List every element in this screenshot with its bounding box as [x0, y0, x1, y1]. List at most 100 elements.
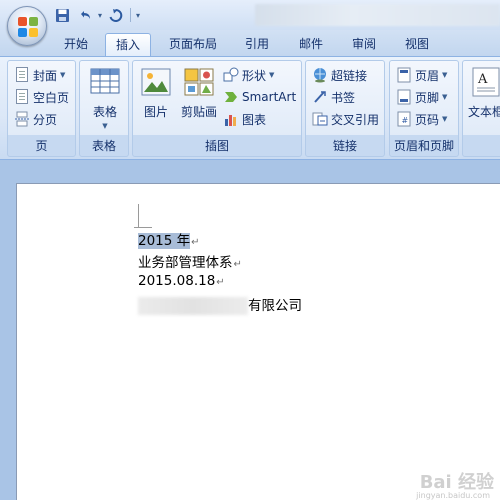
smartart-label: SmartArt	[242, 90, 297, 104]
cover-page-button[interactable]: 封面 ▼	[14, 65, 65, 85]
document-text: 有限公司	[248, 298, 302, 314]
picture-icon	[140, 67, 172, 99]
document-line-date[interactable]: 2015.08.18↵	[138, 273, 225, 289]
cross-reference-label: 交叉引用	[331, 112, 380, 127]
ribbon-tab-row: 开始 插入 页面布局 引用 邮件 审阅 视图	[0, 30, 500, 56]
save-icon	[55, 8, 69, 22]
chevron-down-icon: ▼	[442, 71, 448, 79]
qat-separator	[130, 8, 132, 22]
group-header-footer: 页眉 ▼ 页脚 ▼ # 页码 ▼ 页眉和页脚	[389, 60, 459, 157]
bookmark-icon	[312, 89, 328, 105]
undo-button[interactable]	[75, 5, 95, 25]
group-illustrations: 图片 剪贴画 形状 ▼ SmartArt 图表 插图	[132, 60, 302, 157]
redo-icon	[109, 8, 122, 22]
group-header-footer-label: 页眉和页脚	[393, 139, 454, 153]
smartart-button[interactable]: SmartArt	[223, 87, 296, 107]
page-break-button[interactable]: 分页	[14, 109, 57, 129]
textbox-icon: A	[472, 67, 500, 99]
group-pages-label: 页	[35, 139, 48, 153]
hyperlink-label: 超链接	[331, 68, 368, 83]
tab-view[interactable]: 视图	[396, 33, 438, 56]
chart-label: 图表	[242, 112, 267, 127]
page-number-icon: #	[396, 111, 412, 127]
header-button[interactable]: 页眉 ▼	[396, 65, 447, 85]
document-text: 2015.08.18	[138, 273, 216, 289]
save-button[interactable]	[52, 5, 72, 25]
undo-icon	[80, 10, 90, 19]
cross-reference-button[interactable]: 交叉引用	[312, 109, 379, 129]
document-line-year[interactable]: 2015 年↵	[138, 229, 200, 249]
shapes-icon	[223, 67, 239, 83]
group-links-label: 链接	[332, 139, 357, 153]
document-workspace: 2015 年↵ 业务部管理体系↵ 2015.08.18↵ 有限公司 Bai 经验…	[0, 161, 500, 500]
tab-references[interactable]: 引用	[236, 33, 278, 56]
selected-text[interactable]: 2015 年	[138, 233, 191, 249]
group-links: 超链接 书签 交叉引用 链接	[305, 60, 385, 157]
textbox-label: 文本框	[468, 105, 500, 119]
blank-page-icon	[14, 89, 30, 105]
footer-button[interactable]: 页脚 ▼	[396, 87, 447, 107]
textbox-button[interactable]: A 文本框	[468, 67, 500, 120]
document-text: 业务部管理体系	[138, 255, 233, 271]
group-tables: 表格 ▼ 表格	[79, 60, 129, 157]
footer-label: 页脚	[415, 90, 440, 105]
window-title-redacted	[255, 4, 500, 26]
chevron-down-icon: ▼	[269, 71, 275, 79]
office-button[interactable]	[7, 6, 47, 46]
customize-qat-arrow[interactable]: ▾	[136, 11, 140, 20]
redacted-company-name	[138, 297, 248, 315]
document-line-company[interactable]: 有限公司	[138, 294, 302, 315]
hyperlink-button[interactable]: 超链接	[312, 65, 367, 85]
picture-label: 图片	[143, 105, 168, 119]
table-icon	[89, 67, 121, 99]
clipart-label: 剪贴画	[180, 105, 217, 119]
blank-page-label: 空白页	[33, 90, 70, 105]
group-illustrations-label: 插图	[204, 139, 229, 153]
chart-button[interactable]: 图表	[223, 109, 266, 129]
table-button[interactable]: 表格 ▼	[85, 67, 125, 130]
workspace-top-strip	[0, 161, 500, 183]
picture-button[interactable]: 图片	[139, 67, 173, 120]
undo-dropdown-arrow[interactable]: ▾	[98, 11, 102, 20]
document-line-title[interactable]: 业务部管理体系↵	[138, 251, 242, 271]
ribbon-insert: 封面 ▼ 空白页 分页 页 表格 ▼ 表格 图片 剪贴画 形状 ▼ SmartA…	[0, 56, 500, 160]
document-page[interactable]: 2015 年↵ 业务部管理体系↵ 2015.08.18↵ 有限公司 Bai 经验…	[16, 183, 500, 500]
hyperlink-icon	[312, 67, 328, 83]
redo-button[interactable]	[105, 5, 125, 25]
chevron-down-icon: ▼	[102, 122, 108, 130]
group-pages: 封面 ▼ 空白页 分页 页	[7, 60, 76, 157]
paragraph-mark-icon: ↵	[233, 259, 242, 270]
baidu-watermark-url: jingyan.baidu.com	[416, 491, 490, 500]
clipart-icon	[183, 67, 215, 99]
footer-icon	[396, 89, 412, 105]
quick-access-toolbar: ▾ ▾	[52, 5, 140, 25]
svg-text:A: A	[477, 72, 488, 87]
shapes-button[interactable]: 形状 ▼	[223, 65, 274, 85]
tab-insert[interactable]: 插入	[105, 33, 151, 56]
chevron-down-icon: ▼	[442, 115, 448, 123]
margin-corner-mark	[134, 227, 152, 228]
tab-home[interactable]: 开始	[55, 33, 97, 56]
page-number-label: 页码	[415, 112, 440, 127]
blank-page-button[interactable]: 空白页	[14, 87, 69, 107]
table-label: 表格	[92, 105, 117, 119]
chart-icon	[223, 111, 239, 127]
clipart-button[interactable]: 剪贴画	[177, 67, 221, 120]
group-tables-label: 表格	[91, 139, 116, 153]
paragraph-mark-icon: ↵	[216, 277, 225, 288]
shapes-label: 形状	[242, 68, 267, 83]
page-break-icon	[14, 111, 30, 127]
cover-page-icon	[14, 67, 30, 83]
group-text: A 文本框	[462, 60, 500, 157]
office-logo-icon	[18, 17, 38, 37]
tab-page-layout[interactable]: 页面布局	[160, 33, 226, 56]
bookmark-label: 书签	[331, 90, 356, 105]
tab-review[interactable]: 审阅	[343, 33, 385, 56]
cover-page-label: 封面	[33, 68, 58, 83]
header-label: 页眉	[415, 68, 440, 83]
cross-reference-icon	[312, 111, 328, 127]
tab-mailings[interactable]: 邮件	[290, 33, 332, 56]
bookmark-button[interactable]: 书签	[312, 87, 355, 107]
page-break-label: 分页	[33, 112, 58, 127]
page-number-button[interactable]: # 页码 ▼	[396, 109, 447, 129]
